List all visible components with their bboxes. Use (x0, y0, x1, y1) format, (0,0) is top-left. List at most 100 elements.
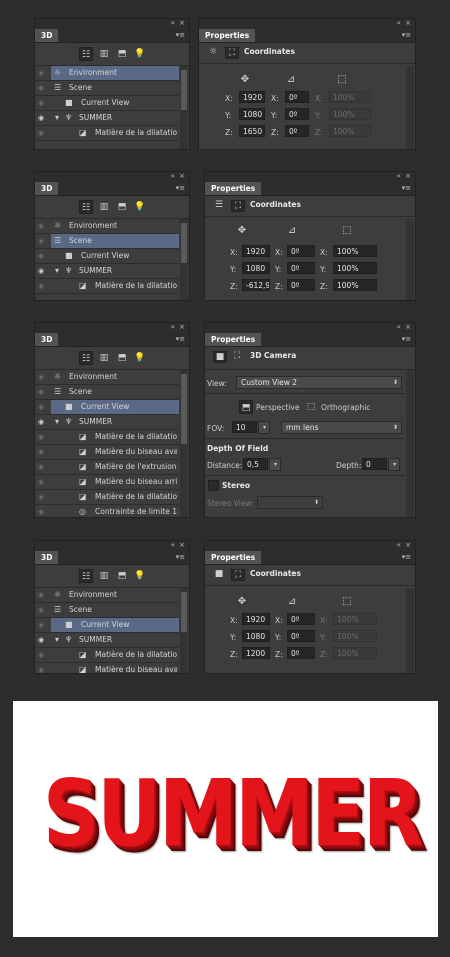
distance-dropdown[interactable]: ▾ (269, 458, 281, 471)
visibility-eye-icon[interactable]: ◉ (38, 478, 48, 486)
visibility-eye-icon[interactable]: ◉ (38, 69, 48, 77)
visibility-eye-icon[interactable]: ◉ (38, 282, 48, 290)
visibility-eye-icon[interactable]: ◉ (38, 403, 48, 411)
rotation-x-field[interactable]: 0º (285, 91, 309, 103)
list-item-current-view[interactable]: ◉ ■ Current View (35, 249, 179, 264)
meshes-filter-icon[interactable]: ▥ (97, 351, 111, 365)
coordinates-icon[interactable]: ⛶ (231, 569, 245, 581)
position-z-field[interactable]: 1650 (239, 125, 265, 137)
whole-scene-filter-icon[interactable]: ☷ (79, 200, 93, 214)
rotation-z-field[interactable]: 0º (287, 279, 315, 291)
visibility-eye-icon[interactable]: ◉ (38, 621, 48, 629)
expand-arrow-icon[interactable]: ▾ (55, 633, 59, 647)
visibility-eye-icon[interactable]: ◉ (38, 508, 48, 516)
panel-menu-icon[interactable]: ▾≡ (176, 553, 185, 561)
fov-input[interactable]: 10 (232, 421, 257, 433)
position-y-field[interactable]: 1080 (242, 262, 270, 274)
lights-filter-icon[interactable]: 💡 (133, 569, 147, 583)
list-item-scene[interactable]: ◉ ☰ Scene (35, 385, 179, 400)
list-item-scene[interactable]: ◉ ☰ Scene (35, 603, 179, 618)
coordinates-icon[interactable]: ⛶ (231, 351, 243, 361)
camera-icon[interactable]: ■ (213, 569, 225, 579)
list-item-material[interactable]: ◉ ◪ Matière de la dilatatio... (35, 126, 179, 141)
visibility-eye-icon[interactable]: ◉ (38, 222, 48, 230)
list-item-current-view[interactable]: ◉ ■ Current View (35, 400, 179, 415)
position-x-field[interactable]: 1920 (242, 245, 270, 257)
coordinates-icon[interactable]: ⛶ (225, 47, 239, 59)
scale-x-field[interactable]: 100% (329, 91, 371, 103)
list-item-material[interactable]: ◉ ◪ Matière du biseau ava... (35, 445, 179, 460)
list-item-material[interactable]: ◉ ◪ Matière de la dilatatio... (35, 648, 179, 663)
panel-menu-icon[interactable]: ▾≡ (402, 335, 411, 343)
panel-controls[interactable]: « × (397, 19, 412, 27)
list-item-environment[interactable]: ◉ ☼ Environment (35, 66, 179, 81)
materials-filter-icon[interactable]: ⬒ (115, 569, 129, 583)
visibility-eye-icon[interactable]: ◉ (38, 267, 48, 275)
visibility-eye-icon[interactable]: ◉ (38, 448, 48, 456)
scale-x-field[interactable]: 100% (333, 245, 377, 257)
whole-scene-filter-icon[interactable]: ☷ (79, 569, 93, 583)
list-item-material[interactable]: ◉ ◪ Matière du biseau arri... (35, 475, 179, 490)
list-item-summer[interactable]: ◉ ▾ ♆ SUMMER (35, 415, 179, 430)
list-item-environment[interactable]: ◉ ☼ Environment (35, 219, 179, 234)
orthographic-icon[interactable]: ⬚ (304, 400, 318, 414)
panel-menu-icon[interactable]: ▾≡ (402, 553, 411, 561)
visibility-eye-icon[interactable]: ◉ (38, 373, 48, 381)
list-item-scene[interactable]: ◉ ☰ Scene (35, 234, 179, 249)
tab-properties[interactable]: Properties (205, 333, 262, 346)
list-item-scene[interactable]: ◉ ☰ Scene (35, 81, 179, 96)
panel-menu-icon[interactable]: ▾≡ (176, 31, 185, 39)
list-item-environment[interactable]: ◉ ☼ Environment (35, 588, 179, 603)
list-item-material[interactable]: ◉ ◪ Matière de la dilatatio... (35, 430, 179, 445)
scrollbar[interactable] (406, 588, 414, 673)
visibility-eye-icon[interactable]: ◉ (38, 636, 48, 644)
panel-controls[interactable]: « × (397, 172, 412, 180)
visibility-eye-icon[interactable]: ◉ (38, 84, 48, 92)
lens-select[interactable]: mm lens ⬍ (281, 421, 402, 434)
tab-3d[interactable]: 3D (35, 551, 59, 564)
scrollbar[interactable] (406, 219, 414, 300)
rotation-y-field[interactable]: 0º (285, 108, 309, 120)
scrollbar[interactable] (406, 370, 414, 517)
visibility-eye-icon[interactable]: ◉ (38, 237, 48, 245)
list-item-material[interactable]: ◉ ◪ Matière de la dilatatio... (35, 490, 179, 505)
depth-input[interactable]: 0 (362, 458, 387, 470)
orthographic-option[interactable]: Orthographic (321, 403, 370, 412)
materials-filter-icon[interactable]: ⬒ (115, 47, 129, 61)
rotation-y-field[interactable]: 0º (287, 630, 315, 642)
materials-filter-icon[interactable]: ⬒ (115, 200, 129, 214)
rotation-z-field[interactable]: 0º (285, 125, 309, 137)
visibility-eye-icon[interactable]: ◉ (38, 114, 48, 122)
visibility-eye-icon[interactable]: ◉ (38, 252, 48, 260)
position-x-field[interactable]: 1920 (242, 613, 270, 625)
panel-controls[interactable]: « × (397, 323, 412, 331)
list-item-environment[interactable]: ◉ ☼ Environment (35, 370, 179, 385)
scrollbar[interactable] (180, 588, 188, 673)
position-y-field[interactable]: 1080 (239, 108, 265, 120)
whole-scene-filter-icon[interactable]: ☷ (79, 47, 93, 61)
list-item-current-view[interactable]: ◉ ■ Current View (35, 96, 179, 111)
list-item-material[interactable]: ◉ ◪ Matière de l'extrusion ... (35, 460, 179, 475)
list-item-summer[interactable]: ◉ ▾ ♆ SUMMER (35, 264, 179, 279)
perspective-icon[interactable]: ⬒ (239, 400, 253, 414)
scrollbar[interactable] (180, 219, 188, 300)
visibility-eye-icon[interactable]: ◉ (38, 591, 48, 599)
panel-menu-icon[interactable]: ▾≡ (402, 31, 411, 39)
tab-3d[interactable]: 3D (35, 29, 59, 42)
scale-x-field[interactable]: 100% (333, 613, 377, 625)
scale-y-field[interactable]: 100% (333, 262, 377, 274)
visibility-eye-icon[interactable]: ◉ (38, 666, 48, 673)
expand-arrow-icon[interactable]: ▾ (55, 415, 59, 429)
scale-z-field[interactable]: 100% (333, 647, 377, 659)
position-x-field[interactable]: 1920 (239, 91, 265, 103)
expand-arrow-icon[interactable]: ▾ (55, 264, 59, 278)
stereo-checkbox[interactable] (208, 480, 219, 491)
view-select[interactable]: Custom View 2 ⬍ (236, 376, 402, 389)
list-item-summer[interactable]: ◉ ▾ ♆ SUMMER (35, 633, 179, 648)
stereo-view-select[interactable]: ⬍ (257, 496, 323, 509)
panel-controls[interactable]: « × (397, 541, 412, 549)
perspective-option[interactable]: Perspective (256, 403, 299, 412)
rotation-y-field[interactable]: 0º (287, 262, 315, 274)
scale-y-field[interactable]: 100% (333, 630, 377, 642)
panel-controls[interactable]: « × (171, 541, 186, 549)
